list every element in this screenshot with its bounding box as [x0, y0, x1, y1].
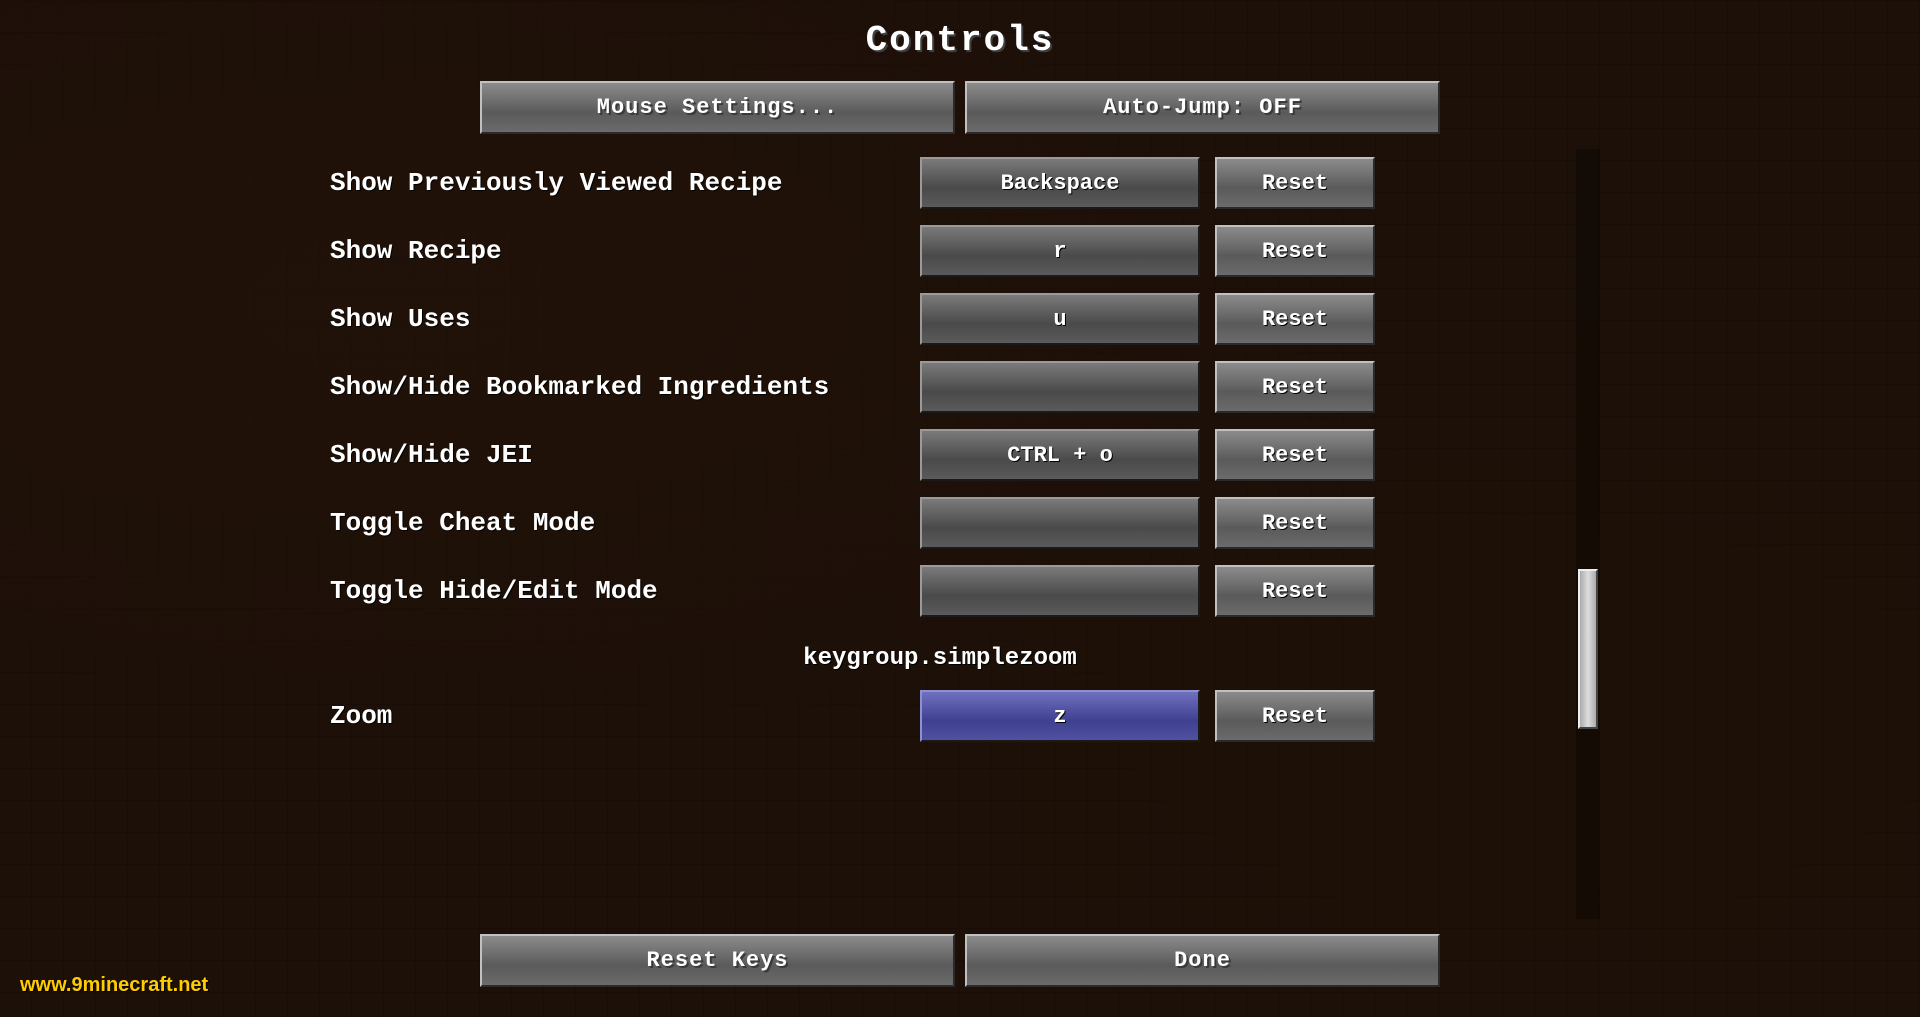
keybind-row-zoom: Zoom z Reset	[320, 682, 1560, 750]
bottom-button-row: Reset Keys Done	[480, 934, 1440, 997]
keybind-row-show-prev-recipe: Show Previously Viewed Recipe Backspace …	[320, 149, 1560, 217]
reset-button[interactable]: Reset	[1215, 429, 1375, 481]
keybind-key[interactable]	[920, 497, 1200, 549]
watermark: www.9minecraft.net	[20, 974, 208, 997]
keybind-key[interactable]	[920, 565, 1200, 617]
scrollbar-track	[1576, 149, 1600, 919]
keybind-label: Show/Hide JEI	[320, 440, 920, 470]
top-button-row: Mouse Settings... Auto-Jump: OFF	[480, 81, 1440, 134]
keybind-key[interactable]: Backspace	[920, 157, 1200, 209]
scrollbar-thumb[interactable]	[1578, 569, 1598, 729]
keybind-label: Show Recipe	[320, 236, 920, 266]
content-area: Show Previously Viewed Recipe Backspace …	[320, 149, 1600, 919]
main-container: Controls Mouse Settings... Auto-Jump: OF…	[0, 0, 1920, 1017]
keybind-key[interactable]: u	[920, 293, 1200, 345]
reset-button[interactable]: Reset	[1215, 565, 1375, 617]
reset-button[interactable]: Reset	[1215, 293, 1375, 345]
done-button[interactable]: Done	[965, 934, 1440, 987]
reset-button[interactable]: Reset	[1215, 157, 1375, 209]
keybind-list: Show Previously Viewed Recipe Backspace …	[320, 149, 1600, 919]
keybind-key[interactable]: CTRL + o	[920, 429, 1200, 481]
reset-button-zoom[interactable]: Reset	[1215, 690, 1375, 742]
watermark-prefix: www.	[20, 974, 71, 996]
section-header: keygroup.simplezoom	[320, 625, 1560, 682]
reset-keys-button[interactable]: Reset Keys	[480, 934, 955, 987]
keybind-label: Zoom	[320, 701, 920, 731]
keybind-row-toggle-hide-edit: Toggle Hide/Edit Mode Reset	[320, 557, 1560, 625]
reset-button[interactable]: Reset	[1215, 225, 1375, 277]
keybind-label: Toggle Cheat Mode	[320, 508, 920, 538]
mouse-settings-button[interactable]: Mouse Settings...	[480, 81, 955, 134]
keybind-key-zoom[interactable]: z	[920, 690, 1200, 742]
keybind-row-show-hide-bookmarks: Show/Hide Bookmarked Ingredients Reset	[320, 353, 1560, 421]
watermark-highlight: 9minecraft	[71, 974, 172, 996]
keybind-label: Toggle Hide/Edit Mode	[320, 576, 920, 606]
keybind-row-show-hide-jei: Show/Hide JEI CTRL + o Reset	[320, 421, 1560, 489]
keybind-row-show-recipe: Show Recipe r Reset	[320, 217, 1560, 285]
keybind-key[interactable]	[920, 361, 1200, 413]
keybind-label: Show Previously Viewed Recipe	[320, 168, 920, 198]
reset-button[interactable]: Reset	[1215, 497, 1375, 549]
auto-jump-button[interactable]: Auto-Jump: OFF	[965, 81, 1440, 134]
keybind-row-show-uses: Show Uses u Reset	[320, 285, 1560, 353]
keybind-label: Show/Hide Bookmarked Ingredients	[320, 372, 920, 402]
reset-button[interactable]: Reset	[1215, 361, 1375, 413]
keybind-key[interactable]: r	[920, 225, 1200, 277]
page-title: Controls	[866, 20, 1055, 61]
keybind-row-toggle-cheat: Toggle Cheat Mode Reset	[320, 489, 1560, 557]
keybind-label: Show Uses	[320, 304, 920, 334]
watermark-suffix: .net	[173, 974, 209, 996]
